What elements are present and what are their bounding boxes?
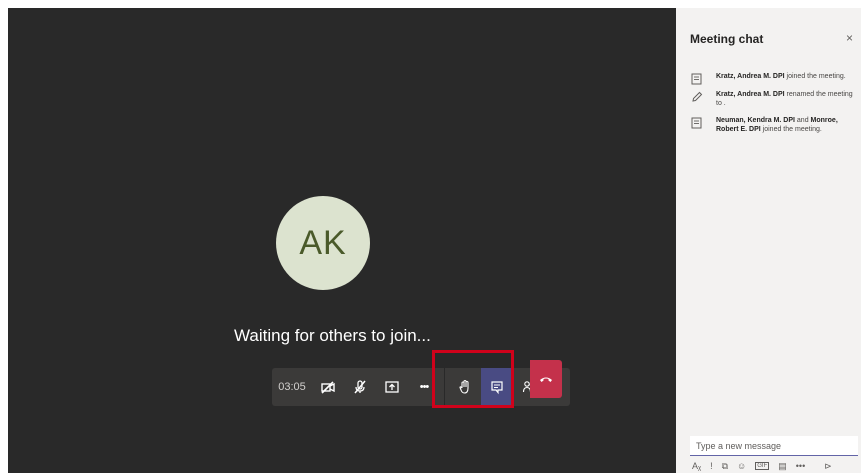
avatar-initials: AK — [299, 223, 347, 262]
annotation-highlight-box — [432, 350, 514, 408]
chat-event-item: Kratz, Andrea M. DPI renamed the meeting… — [690, 90, 858, 108]
participant-name: Neuman, Kendra M. DPI — [716, 117, 795, 124]
call-toolbar: 03:05 ••• — [272, 368, 570, 406]
camera-off-icon — [321, 381, 335, 394]
send-icon[interactable]: ⊳ — [824, 461, 832, 472]
format-icon[interactable]: Aᵪ — [692, 461, 701, 471]
teams-meeting-window: AK Waiting for others to join... 03:05 •… — [0, 0, 861, 473]
participant-name: Kratz, Andrea M. DPI — [716, 73, 785, 80]
participant-name: Kratz, Andrea M. DPI — [716, 91, 785, 98]
chat-event-item: Neuman, Kendra M. DPI and Monroe, Robert… — [690, 116, 858, 134]
waiting-text: Waiting for others to join... — [234, 326, 431, 345]
share-screen-icon — [385, 381, 399, 393]
more-options-icon[interactable]: ••• — [796, 461, 805, 471]
avatar: AK — [276, 196, 370, 290]
attach-icon[interactable]: ⧉ — [722, 461, 728, 472]
meeting-chat-panel: Meeting chat × Kratz, Andrea M. DPI join… — [676, 8, 861, 473]
mic-off-icon — [354, 380, 366, 394]
sticker-icon[interactable]: ▤ — [778, 461, 787, 472]
pencil-icon — [692, 91, 703, 102]
important-icon[interactable]: ! — [710, 461, 713, 471]
event-icon — [691, 117, 702, 129]
emoji-icon[interactable]: ☺ — [737, 461, 746, 471]
event-icon — [691, 73, 702, 85]
hangup-icon — [540, 377, 552, 382]
camera-toggle-button[interactable] — [312, 368, 344, 406]
mic-toggle-button[interactable] — [344, 368, 376, 406]
meeting-stage: AK Waiting for others to join... 03:05 •… — [8, 8, 676, 473]
close-chat-button[interactable]: × — [846, 31, 853, 45]
share-screen-button[interactable] — [376, 368, 408, 406]
more-icon: ••• — [419, 381, 430, 393]
gif-icon[interactable]: GIF — [755, 462, 770, 470]
hang-up-button[interactable] — [530, 360, 562, 398]
compose-toolbar: Aᵪ ! ⧉ ☺ GIF ▤ ••• ⊳ — [692, 459, 860, 473]
chat-event-item: Kratz, Andrea M. DPI joined the meeting. — [690, 72, 858, 86]
message-compose-input[interactable]: Type a new message — [690, 436, 858, 456]
chat-title: Meeting chat — [690, 32, 764, 46]
call-timer: 03:05 — [278, 381, 306, 393]
